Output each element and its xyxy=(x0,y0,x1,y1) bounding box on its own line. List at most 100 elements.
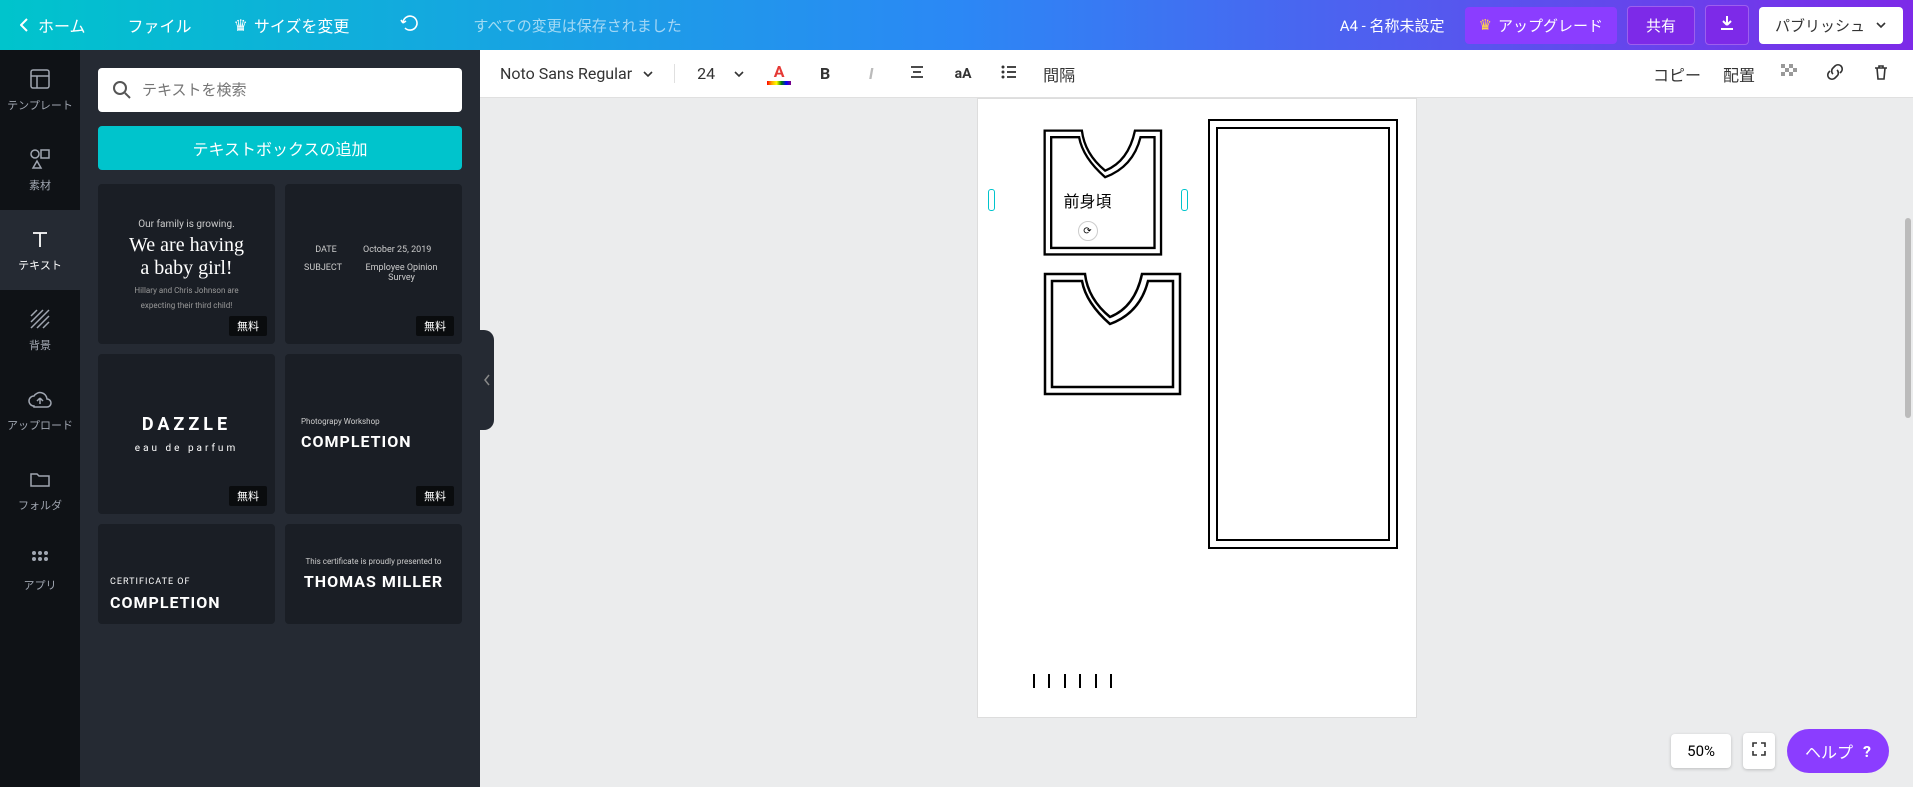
template-item[interactable]: Our family is growing. We are having a b… xyxy=(98,184,275,344)
canvas-stage[interactable]: 前身頃 ⟳ 50% xyxy=(480,98,1913,787)
page[interactable]: 前身頃 ⟳ xyxy=(977,98,1417,718)
spacing-button[interactable]: 間隔 xyxy=(1043,62,1075,86)
text-content[interactable]: 前身頃 xyxy=(995,188,1181,212)
publish-button[interactable]: パブリッシュ xyxy=(1759,7,1903,44)
case-button[interactable]: aA xyxy=(951,66,975,82)
undo-button[interactable] xyxy=(399,12,421,38)
upgrade-button[interactable]: ♛ アップグレード xyxy=(1465,7,1617,44)
resize-handle-left[interactable] xyxy=(988,189,995,211)
link-button[interactable] xyxy=(1823,62,1847,86)
pattern-shape[interactable] xyxy=(1208,119,1398,549)
template-item[interactable]: Photograpy Workshop COMPLETION 無料 xyxy=(285,354,462,514)
tmpl-text: CERTIFICATE OF xyxy=(110,577,190,587)
canvas-area: Noto Sans Regular 24 A B I aA 間隔 コピー xyxy=(480,50,1913,787)
transparency-button[interactable] xyxy=(1777,62,1801,86)
chevron-down-icon xyxy=(642,68,654,80)
tmpl-text: Hillary and Chris Johnson are xyxy=(134,286,238,295)
font-name: Noto Sans Regular xyxy=(500,64,632,83)
file-button[interactable]: ファイル xyxy=(118,7,202,43)
zoom-level[interactable]: 50% xyxy=(1671,734,1731,768)
side-rail: テンプレート 素材 テキスト 背景 アップロード フォルダ アプリ xyxy=(0,50,80,787)
tmpl-text: COMPLETION xyxy=(110,593,221,612)
rail-upload-label: アップロード xyxy=(7,417,73,433)
tmpl-text: Photograpy Workshop xyxy=(301,417,380,426)
rail-text[interactable]: テキスト xyxy=(0,210,80,290)
rotate-handle[interactable]: ⟳ xyxy=(1078,221,1098,241)
tmpl-text: eau de parfum xyxy=(135,443,238,454)
add-textbox-button[interactable]: テキストボックスの追加 xyxy=(98,126,462,170)
crown-icon: ♛ xyxy=(1479,16,1492,34)
tmpl-text: October 25, 2019 xyxy=(363,245,431,255)
font-size-value: 24 xyxy=(697,64,715,83)
document-title[interactable]: A4 - 名称未設定 xyxy=(1340,15,1445,36)
share-button[interactable]: 共有 xyxy=(1627,6,1695,45)
save-status: すべての変更は保存されました xyxy=(473,15,681,36)
free-badge: 無料 xyxy=(416,316,454,336)
template-item[interactable]: This certificate is proudly presented to… xyxy=(285,524,462,624)
download-button[interactable] xyxy=(1705,5,1749,45)
resize-button[interactable]: ♛ サイズを変更 xyxy=(224,7,360,43)
align-button[interactable] xyxy=(905,63,929,85)
publish-label: パブリッシュ xyxy=(1775,15,1865,36)
search-input[interactable] xyxy=(142,81,448,99)
position-button[interactable]: 配置 xyxy=(1723,62,1755,86)
rail-templates[interactable]: テンプレート xyxy=(0,50,80,130)
fullscreen-button[interactable] xyxy=(1743,733,1775,769)
question-icon: ? xyxy=(1863,742,1871,761)
vertical-scrollbar[interactable] xyxy=(1905,218,1911,418)
rail-upload[interactable]: アップロード xyxy=(0,370,80,450)
text-color-button[interactable]: A xyxy=(767,62,791,85)
rail-folder-label: フォルダ xyxy=(18,497,62,513)
rail-background-label: 背景 xyxy=(29,337,51,353)
file-label: ファイル xyxy=(128,13,192,37)
rail-apps-label: アプリ xyxy=(24,577,57,593)
tmpl-text: We are having xyxy=(129,234,244,257)
font-selector[interactable]: Noto Sans Regular xyxy=(500,64,675,83)
home-button[interactable]: ホーム xyxy=(10,7,96,43)
font-size-selector[interactable]: 24 xyxy=(697,64,745,83)
tmpl-text: SUBJECT xyxy=(301,263,345,283)
tmpl-text: COMPLETION xyxy=(301,432,412,451)
rail-apps[interactable]: アプリ xyxy=(0,530,80,610)
help-label: ヘルプ xyxy=(1805,739,1853,763)
template-item[interactable]: CERTIFICATE OF COMPLETION xyxy=(98,524,275,624)
delete-button[interactable] xyxy=(1869,62,1893,86)
chevron-down-icon xyxy=(733,68,745,80)
pattern-shape[interactable] xyxy=(1040,269,1185,399)
upgrade-label: アップグレード xyxy=(1498,15,1603,36)
list-button[interactable] xyxy=(997,63,1021,85)
italic-button[interactable]: I xyxy=(859,64,883,83)
free-badge: 無料 xyxy=(229,486,267,506)
selected-text-element[interactable]: 前身頃 ⟳ xyxy=(988,185,1188,215)
tmpl-text: expecting their third child! xyxy=(141,301,233,310)
tmpl-text: Employee Opinion Survey xyxy=(357,263,446,283)
bold-button[interactable]: B xyxy=(813,64,837,83)
copy-button[interactable]: コピー xyxy=(1653,62,1701,86)
topbar: ホーム ファイル ♛ サイズを変更 すべての変更は保存されました A4 - 名称… xyxy=(0,0,1913,50)
tmpl-text: DAZZLE xyxy=(142,414,231,435)
tmpl-text: DATE xyxy=(301,245,351,255)
rail-elements[interactable]: 素材 xyxy=(0,130,80,210)
pattern-inner xyxy=(1216,127,1390,541)
context-toolbar: Noto Sans Regular 24 A B I aA 間隔 コピー xyxy=(480,50,1913,98)
tmpl-text: Our family is growing. xyxy=(138,219,234,230)
rail-folder[interactable]: フォルダ xyxy=(0,450,80,530)
ruler-shape[interactable] xyxy=(1033,674,1113,692)
tmpl-text: THOMAS MILLER xyxy=(304,572,443,591)
side-panel: テキストボックスの追加 Our family is growing. We ar… xyxy=(80,50,480,787)
color-spectrum-icon xyxy=(767,81,791,85)
template-item[interactable]: DAZZLE eau de parfum 無料 xyxy=(98,354,275,514)
free-badge: 無料 xyxy=(229,316,267,336)
resize-handle-right[interactable] xyxy=(1181,189,1188,211)
rail-elements-label: 素材 xyxy=(29,177,51,193)
rail-background[interactable]: 背景 xyxy=(0,290,80,370)
chevron-down-icon xyxy=(1875,19,1887,31)
a-icon: A xyxy=(774,62,785,81)
home-label: ホーム xyxy=(38,13,86,37)
crown-icon: ♛ xyxy=(234,16,248,35)
tmpl-text: a baby girl! xyxy=(140,257,232,280)
help-button[interactable]: ヘルプ ? xyxy=(1787,729,1889,773)
free-badge: 無料 xyxy=(416,486,454,506)
template-item[interactable]: DATE October 25, 2019 SUBJECT Employee Opi… xyxy=(285,184,462,344)
search-box[interactable] xyxy=(98,68,462,112)
